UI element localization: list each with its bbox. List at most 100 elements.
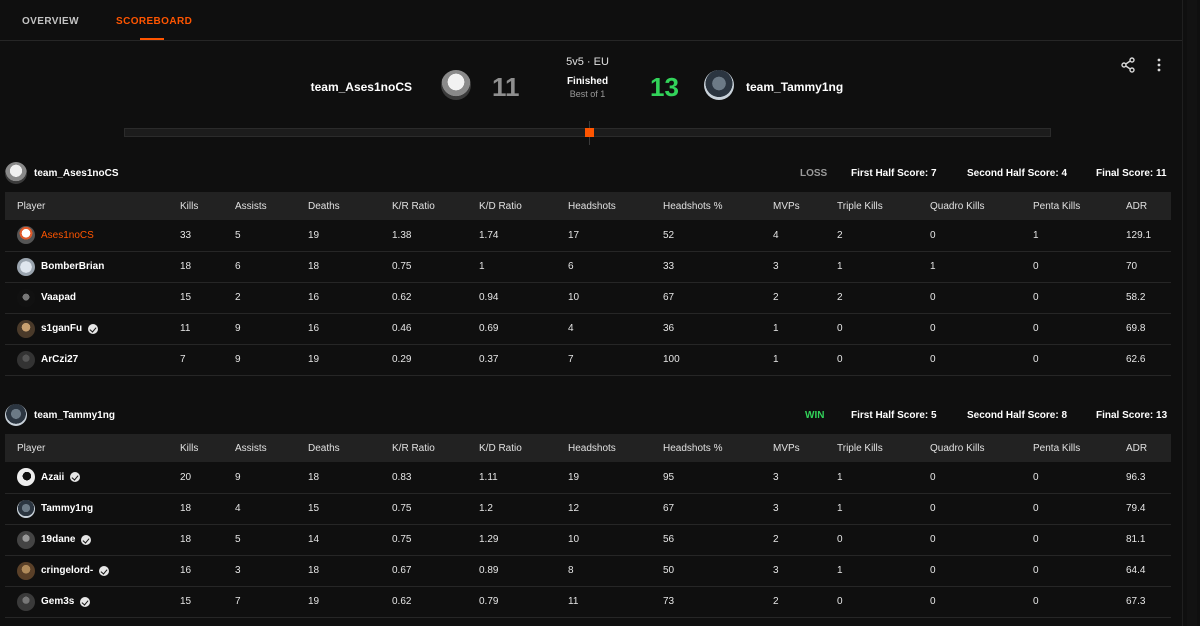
stat-cell: 0 <box>930 354 936 365</box>
column-header[interactable]: Penta Kills <box>1021 434 1114 462</box>
tab-scoreboard[interactable]: SCOREBOARD <box>116 16 192 27</box>
table-row[interactable]: Vaapad 15 2 16 0.62 0.94 10 67 2 2 0 0 58.2 <box>5 282 1171 313</box>
team-left-avatar[interactable] <box>441 70 471 100</box>
column-header[interactable]: Quadro Kills <box>918 192 1021 220</box>
column-header[interactable]: ADR <box>1114 192 1171 220</box>
column-header[interactable]: ADR <box>1114 434 1171 462</box>
table-row[interactable]: Gem3s 15 7 19 0.62 0.79 11 73 2 0 0 0 67.3 <box>5 586 1171 617</box>
player-name[interactable]: ArCzi27 <box>41 354 78 365</box>
player-avatar[interactable] <box>17 226 35 245</box>
table-row[interactable]: Azaii 20 9 18 0.83 1.11 19 95 3 1 0 0 96.3 <box>5 462 1171 493</box>
stat-cell: 12 <box>568 503 580 514</box>
player-avatar[interactable] <box>17 319 35 338</box>
share-icon[interactable] <box>1120 57 1136 73</box>
stat-cell: 0 <box>930 534 936 545</box>
column-header[interactable]: Deaths <box>296 192 380 220</box>
player-name[interactable]: Tammy1ng <box>41 503 93 514</box>
stat-cell: 0 <box>1033 596 1039 607</box>
stat-cell: 3 <box>773 471 779 483</box>
stat-cell: 79.4 <box>1126 503 1146 514</box>
column-header[interactable]: Headshots % <box>651 192 761 220</box>
stat-cell: 0 <box>1033 323 1039 334</box>
table-row[interactable]: ArCzi27 7 9 19 0.29 0.37 7 100 1 0 0 0 62.6 <box>5 344 1171 375</box>
player-name[interactable]: BomberBrian <box>41 261 104 272</box>
player-avatar[interactable] <box>17 561 35 580</box>
stat-cell: 6 <box>235 261 241 272</box>
column-header[interactable]: K/R Ratio <box>380 192 467 220</box>
team-header: team_Ases1noCS LOSS First Half Score: 7 Sec… <box>5 156 1171 192</box>
player-avatar[interactable] <box>17 468 35 487</box>
team-avatar[interactable] <box>5 162 27 184</box>
column-header[interactable]: K/D Ratio <box>467 434 556 462</box>
table-row[interactable]: BomberBrian 18 6 18 0.75 1 6 33 3 1 1 0 70 <box>5 251 1171 282</box>
table-row[interactable]: 19dane 18 5 14 0.75 1.29 10 56 2 0 0 0 81.1 <box>5 524 1171 555</box>
column-header[interactable]: Penta Kills <box>1021 192 1114 220</box>
more-vertical-icon[interactable] <box>1152 57 1166 73</box>
player-name[interactable]: cringelord- <box>41 565 93 576</box>
player-avatar[interactable] <box>17 288 35 307</box>
stat-cell: 0 <box>930 565 936 576</box>
stat-cell: 0.94 <box>479 292 499 303</box>
active-tab-indicator <box>140 38 164 40</box>
table-row[interactable]: Ases1noCS 33 5 19 1.38 1.74 17 52 4 2 0 1 129.1 <box>5 220 1171 251</box>
column-header[interactable]: Headshots % <box>651 434 761 462</box>
player-name[interactable]: Ases1noCS <box>41 230 94 241</box>
player-avatar[interactable] <box>17 257 35 276</box>
player-cell: Gem3s <box>5 586 168 617</box>
team-header: team_Tammy1ng WIN First Half Score: 5 Secon… <box>5 398 1171 434</box>
verified-icon <box>99 565 110 576</box>
player-avatar[interactable] <box>17 499 35 518</box>
team-avatar[interactable] <box>5 404 27 426</box>
stat-cell: 0 <box>837 534 843 545</box>
column-header[interactable]: MVPs <box>761 192 825 220</box>
team-right-name[interactable]: team_Tammy1ng <box>746 80 843 94</box>
player-name[interactable]: Gem3s <box>41 596 74 607</box>
column-header[interactable]: Triple Kills <box>825 434 918 462</box>
stat-cell: 4 <box>773 229 779 241</box>
stat-cell: 4 <box>235 503 241 514</box>
stat-cell: 7 <box>235 596 241 607</box>
player-avatar[interactable] <box>17 530 35 549</box>
final-score: Final Score: 13 <box>1096 410 1168 421</box>
column-header[interactable]: Headshots <box>556 434 651 462</box>
team-right-avatar[interactable] <box>704 70 734 100</box>
stat-cell: 0.75 <box>392 261 412 272</box>
column-header[interactable]: Triple Kills <box>825 192 918 220</box>
player-avatar[interactable] <box>17 350 35 369</box>
column-header[interactable]: K/D Ratio <box>467 192 556 220</box>
player-name[interactable]: Azaii <box>41 472 64 483</box>
player-name[interactable]: s1ganFu <box>41 323 82 334</box>
team-name[interactable]: team_Ases1noCS <box>34 168 118 179</box>
team-name[interactable]: team_Tammy1ng <box>34 410 115 421</box>
column-header[interactable]: Deaths <box>296 434 380 462</box>
scrollbar[interactable] <box>1182 0 1200 626</box>
table-row[interactable]: cringelord- 16 3 18 0.67 0.89 8 50 3 1 0 0 64.4 <box>5 555 1171 586</box>
tab-overview[interactable]: OVERVIEW <box>22 16 79 27</box>
column-header[interactable]: Player <box>5 192 168 220</box>
stat-cell: 0.67 <box>392 565 412 576</box>
player-avatar[interactable] <box>17 592 35 611</box>
column-header[interactable]: Quadro Kills <box>918 434 1021 462</box>
column-header[interactable]: Kills <box>168 192 223 220</box>
team-left-name[interactable]: team_Ases1noCS <box>311 80 412 94</box>
player-name[interactable]: 19dane <box>41 534 75 545</box>
column-header[interactable]: Assists <box>223 192 296 220</box>
match-header: team_Ases1noCS 11 5v5 · EU Finished Best… <box>0 41 1182 151</box>
column-header[interactable]: Assists <box>223 434 296 462</box>
column-header[interactable]: MVPs <box>761 434 825 462</box>
stat-cell: 4 <box>568 323 574 334</box>
column-header[interactable]: Headshots <box>556 192 651 220</box>
timeline-marker[interactable] <box>585 128 594 137</box>
scrollbar-thumb[interactable] <box>1187 0 1197 626</box>
verified-icon <box>81 534 92 545</box>
column-header[interactable]: Kills <box>168 434 223 462</box>
team-right-score: 13 <box>650 72 679 102</box>
column-header[interactable]: K/R Ratio <box>380 434 467 462</box>
stat-cell: 16 <box>308 292 320 303</box>
table-row[interactable]: Tammy1ng 18 4 15 0.75 1.2 12 67 3 1 0 0 79.4 <box>5 493 1171 524</box>
player-name[interactable]: Vaapad <box>41 292 76 303</box>
stat-cell: 10 <box>568 292 580 303</box>
stat-cell: 1.74 <box>479 229 499 241</box>
column-header[interactable]: Player <box>5 434 168 462</box>
table-row[interactable]: s1ganFu 11 9 16 0.46 0.69 4 36 1 0 0 0 69.8 <box>5 313 1171 344</box>
